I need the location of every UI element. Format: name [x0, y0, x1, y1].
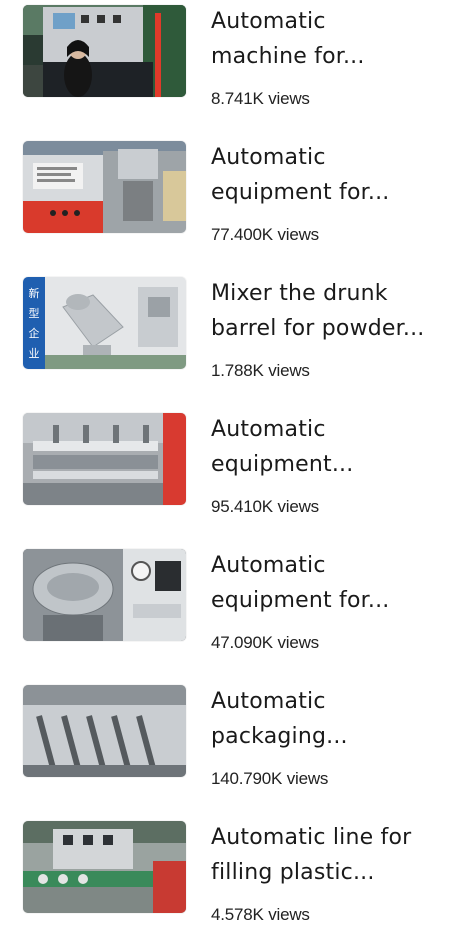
video-title[interactable]: Automatic line for filling plastic... [211, 820, 447, 890]
video-title-line-2: barrel for powder... [211, 316, 425, 341]
view-count: 1.788K views [211, 361, 310, 380]
video-title-line-1: Automatic line for [211, 825, 412, 850]
view-count: 4.578K views [211, 905, 310, 924]
view-count: 8.741K views [211, 89, 310, 108]
packaging-line-image [23, 685, 186, 777]
video-title-line-1: Automatic [211, 417, 326, 442]
video-thumbnail[interactable] [23, 5, 186, 97]
video-list: Automatic machine for... 8.741K views Au… [0, 0, 463, 925]
video-title-line-2: filling plastic... [211, 860, 375, 885]
video-title-line-2: packaging... [211, 724, 348, 749]
video-title-line-2: machine for... [211, 44, 365, 69]
view-count: 77.400K views [211, 225, 319, 244]
video-title-line-2: equipment for... [211, 588, 390, 613]
view-count: 95.410K views [211, 497, 319, 516]
stainless-tank-image [23, 549, 186, 641]
video-thumbnail[interactable] [23, 141, 186, 233]
view-count: 140.790K views [211, 769, 329, 788]
video-title-line-1: Automatic [211, 689, 326, 714]
video-thumbnail[interactable]: 新 型 企 业 [23, 277, 186, 369]
banner-char: 业 [29, 347, 40, 360]
video-thumbnail[interactable] [23, 549, 186, 641]
video-item[interactable]: 新 型 企 业 Mixer the drunk barrel for powder… [0, 272, 463, 408]
video-title[interactable]: Mixer the drunk barrel for powder... [211, 276, 447, 346]
machine-operator-image [23, 5, 186, 97]
video-item[interactable]: Automatic machine for... 8.741K views [0, 0, 463, 136]
video-title[interactable]: Automatic equipment... [211, 412, 447, 482]
video-thumbnail[interactable] [23, 685, 186, 777]
video-title-line-1: Automatic [211, 145, 326, 170]
video-title[interactable]: Automatic equipment for... [211, 548, 447, 618]
video-title[interactable]: Automatic equipment for... [211, 140, 447, 210]
banner-char: 新 [29, 286, 40, 300]
video-title-line-1: Mixer the drunk [211, 281, 388, 306]
video-item[interactable]: Automatic equipment for... 77.400K views [0, 136, 463, 272]
video-thumbnail[interactable] [23, 821, 186, 913]
video-title-line-2: equipment... [211, 452, 354, 477]
video-item[interactable]: Automatic line for filling plastic... 4.5… [0, 816, 463, 952]
mixer-barrel-image: 新 型 企 业 [23, 277, 186, 369]
conveyor-equipment-image [23, 413, 186, 505]
video-item[interactable]: Automatic equipment for... 47.090K views [0, 544, 463, 680]
video-title-line-2: equipment for... [211, 180, 390, 205]
video-item[interactable]: Automatic equipment... 95.410K views [0, 408, 463, 544]
video-thumbnail[interactable] [23, 413, 186, 505]
video-item[interactable]: Automatic packaging... 140.790K views [0, 680, 463, 816]
video-title[interactable]: Automatic packaging... [211, 684, 447, 754]
packaging-machine-image [23, 141, 186, 233]
view-count: 47.090K views [211, 633, 319, 652]
video-title-line-1: Automatic [211, 553, 326, 578]
filling-line-image [23, 821, 186, 913]
video-title-line-1: Automatic [211, 9, 326, 34]
banner-char: 型 [29, 306, 40, 320]
banner-char: 企 [29, 326, 40, 340]
video-title[interactable]: Automatic machine for... [211, 4, 447, 74]
